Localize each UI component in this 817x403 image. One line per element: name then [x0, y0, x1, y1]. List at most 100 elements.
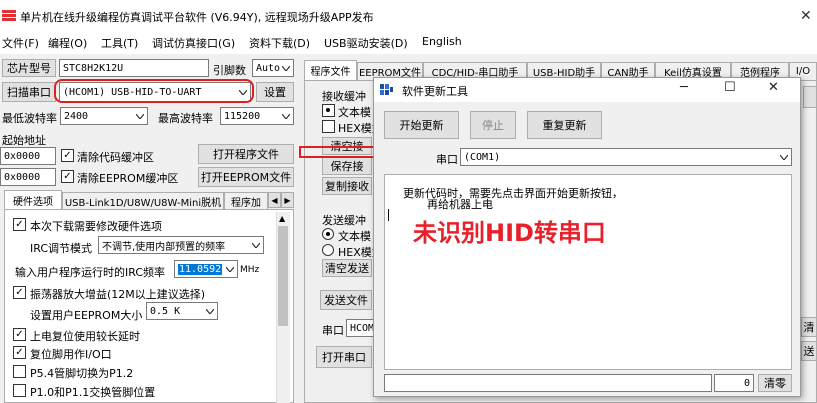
dialog-titlebar: 软件更新工具 ─ ☐ ✕: [374, 78, 800, 102]
dialog-port-select[interactable]: (COM1): [460, 148, 792, 166]
send-text-mode-label: 文本模: [338, 230, 371, 243]
recv-text-mode-label: 文本模: [338, 106, 371, 119]
irc-frequency-unit: MHz: [240, 265, 260, 275]
reset-pin-io-label: 复位脚用作I/O口: [30, 348, 112, 361]
scrollbar-thumb[interactable]: [278, 226, 288, 326]
menu-tools[interactable]: 工具(T): [101, 35, 138, 51]
irc-mode-label: IRC调节模式: [30, 242, 93, 255]
code-address-value: 0x0000: [4, 150, 41, 162]
scroll-up-icon[interactable]: ▲: [279, 214, 285, 223]
chevron-down-icon: [226, 267, 234, 272]
settings-button[interactable]: 设置: [256, 82, 294, 102]
chevron-down-icon: [136, 114, 144, 119]
min-baud-label: 最低波特率: [2, 112, 57, 125]
min-baud-select[interactable]: 2400: [60, 107, 148, 125]
irc-frequency-select[interactable]: 11.0592: [174, 260, 238, 278]
stop-button[interactable]: 停止: [470, 111, 516, 139]
p10-swap-checkbox[interactable]: [13, 384, 26, 397]
clear-eeprom-label: 清除EEPROM缓冲区: [77, 172, 179, 185]
close-icon[interactable]: ✕: [768, 80, 779, 95]
pins-value: Auto: [256, 62, 281, 74]
max-baud-select[interactable]: 115200: [220, 107, 294, 125]
max-baud-value: 115200: [224, 110, 261, 122]
clear-eeprom-checkbox[interactable]: ✓: [61, 170, 74, 183]
start-address-label: 起始地址: [2, 134, 46, 147]
menu-debug[interactable]: 调试仿真接口(G): [152, 35, 235, 51]
p10-swap-label: P1.0和P1.1交换管脚位置: [30, 386, 156, 399]
power-reset-delay-checkbox[interactable]: ✓: [13, 328, 26, 341]
clear-count-button[interactable]: 清零: [758, 374, 792, 392]
osc-gain-checkbox[interactable]: ✓: [13, 286, 26, 299]
p54-switch-checkbox[interactable]: [13, 365, 26, 378]
app-title: 单片机在线升级编程仿真调试平台软件 (V6.94Y), 远程现场升级APP发布: [20, 11, 374, 24]
app-icon: [2, 10, 16, 21]
code-address-input[interactable]: 0x0000: [0, 147, 56, 165]
clear-code-label: 清除代码缓冲区: [77, 151, 154, 164]
dialog-log-area[interactable]: 更新代码时，需要先点击界面开始更新按钮， 再给机器上电: [384, 174, 792, 370]
tab-scroll-left-button[interactable]: ◀: [268, 192, 281, 208]
irc-mode-select[interactable]: 不调节,使用内部预置的频率: [98, 236, 264, 254]
status-count: 0: [714, 374, 754, 392]
tab-program-encrypt[interactable]: 程序加: [224, 192, 268, 210]
chevron-down-icon: [282, 114, 290, 119]
dialog-port-label: 串口: [436, 153, 458, 166]
eeprom-address-input[interactable]: 0x0000: [0, 168, 56, 186]
irc-frequency-label: 输入用户程序运行时的IRC频率: [15, 266, 166, 279]
clear-send-button[interactable]: 清空发送: [322, 259, 372, 277]
copy-recv-button[interactable]: 复制接收: [322, 177, 372, 195]
irc-frequency-value: 11.0592: [178, 263, 223, 275]
irc-mode-value: 不调节,使用内部预置的频率: [102, 241, 226, 253]
send-file-button[interactable]: 发送文件: [320, 290, 372, 310]
side-scroll-button[interactable]: [803, 86, 817, 108]
start-update-button[interactable]: 开始更新: [384, 111, 459, 139]
eeprom-size-value: 0.5 K: [150, 305, 181, 317]
chip-model-select[interactable]: STC8H2K12U: [59, 59, 209, 77]
annotation-highlight-box: [54, 79, 254, 103]
tab-usb-link[interactable]: USB-Link1D/U8W/U8W-Mini脱机: [62, 192, 224, 210]
chip-model-button[interactable]: 芯片型号: [2, 59, 56, 77]
eeprom-size-label: 设置用户EEPROM大小: [30, 309, 143, 322]
dialog-port-value: (COM1): [464, 151, 501, 163]
send-side-button[interactable]: 送: [801, 341, 817, 361]
update-tool-icon: [380, 84, 393, 95]
chevron-down-icon: [206, 309, 214, 314]
recv-text-mode-checkbox[interactable]: [322, 104, 335, 117]
serial-port-value: HCOM: [350, 322, 374, 334]
chevron-down-icon: [282, 66, 290, 71]
menu-file[interactable]: 文件(F): [2, 35, 39, 51]
text-caret: [388, 209, 389, 221]
menu-english[interactable]: English: [422, 35, 462, 48]
tab-program-file[interactable]: 程序文件: [304, 60, 357, 80]
open-eeprom-file-button[interactable]: 打开EEPROM文件: [198, 167, 294, 187]
send-hex-mode-radio[interactable]: [322, 244, 334, 256]
minimize-icon[interactable]: ─: [680, 80, 688, 95]
p54-switch-label: P5.4管脚切换为P1.2: [30, 367, 134, 380]
max-baud-label: 最高波特率: [158, 112, 213, 125]
pins-select[interactable]: Auto: [252, 59, 294, 77]
clear-side-button[interactable]: 清: [801, 317, 817, 337]
modify-hw-options-label: 本次下载需要修改硬件选项: [30, 220, 162, 233]
reset-pin-io-checkbox[interactable]: ✓: [13, 346, 26, 359]
clear-code-checkbox[interactable]: ✓: [61, 149, 74, 162]
open-program-file-button[interactable]: 打开程序文件: [198, 144, 294, 164]
restart-update-button[interactable]: 重复更新: [527, 111, 602, 139]
pins-label: 引脚数: [213, 64, 246, 77]
chevron-down-icon: [780, 155, 788, 160]
status-bar: [384, 374, 712, 392]
eeprom-size-select[interactable]: 0.5 K: [146, 302, 218, 320]
tab-hardware-options[interactable]: 硬件选项: [4, 190, 62, 210]
serial-port-select[interactable]: HCOM: [346, 319, 374, 337]
modify-hw-options-checkbox[interactable]: ✓: [13, 218, 26, 231]
open-serial-port-button[interactable]: 打开串口: [316, 346, 372, 368]
chevron-down-icon: [252, 243, 260, 248]
menu-usb-driver[interactable]: USB驱动安装(D): [324, 35, 408, 51]
scan-port-button[interactable]: 扫描串口: [2, 82, 56, 102]
log-message-line2: 再给机器上电: [427, 198, 493, 211]
menu-program[interactable]: 编程(O): [48, 35, 87, 51]
recv-hex-mode-checkbox[interactable]: [322, 120, 335, 133]
tab-scroll-right-button[interactable]: ▶: [281, 192, 294, 208]
maximize-icon[interactable]: ☐: [724, 80, 736, 95]
menu-downloads[interactable]: 资料下载(D): [249, 35, 310, 51]
send-text-mode-radio[interactable]: [322, 228, 334, 240]
window-close-icon[interactable]: ✕: [800, 8, 812, 24]
